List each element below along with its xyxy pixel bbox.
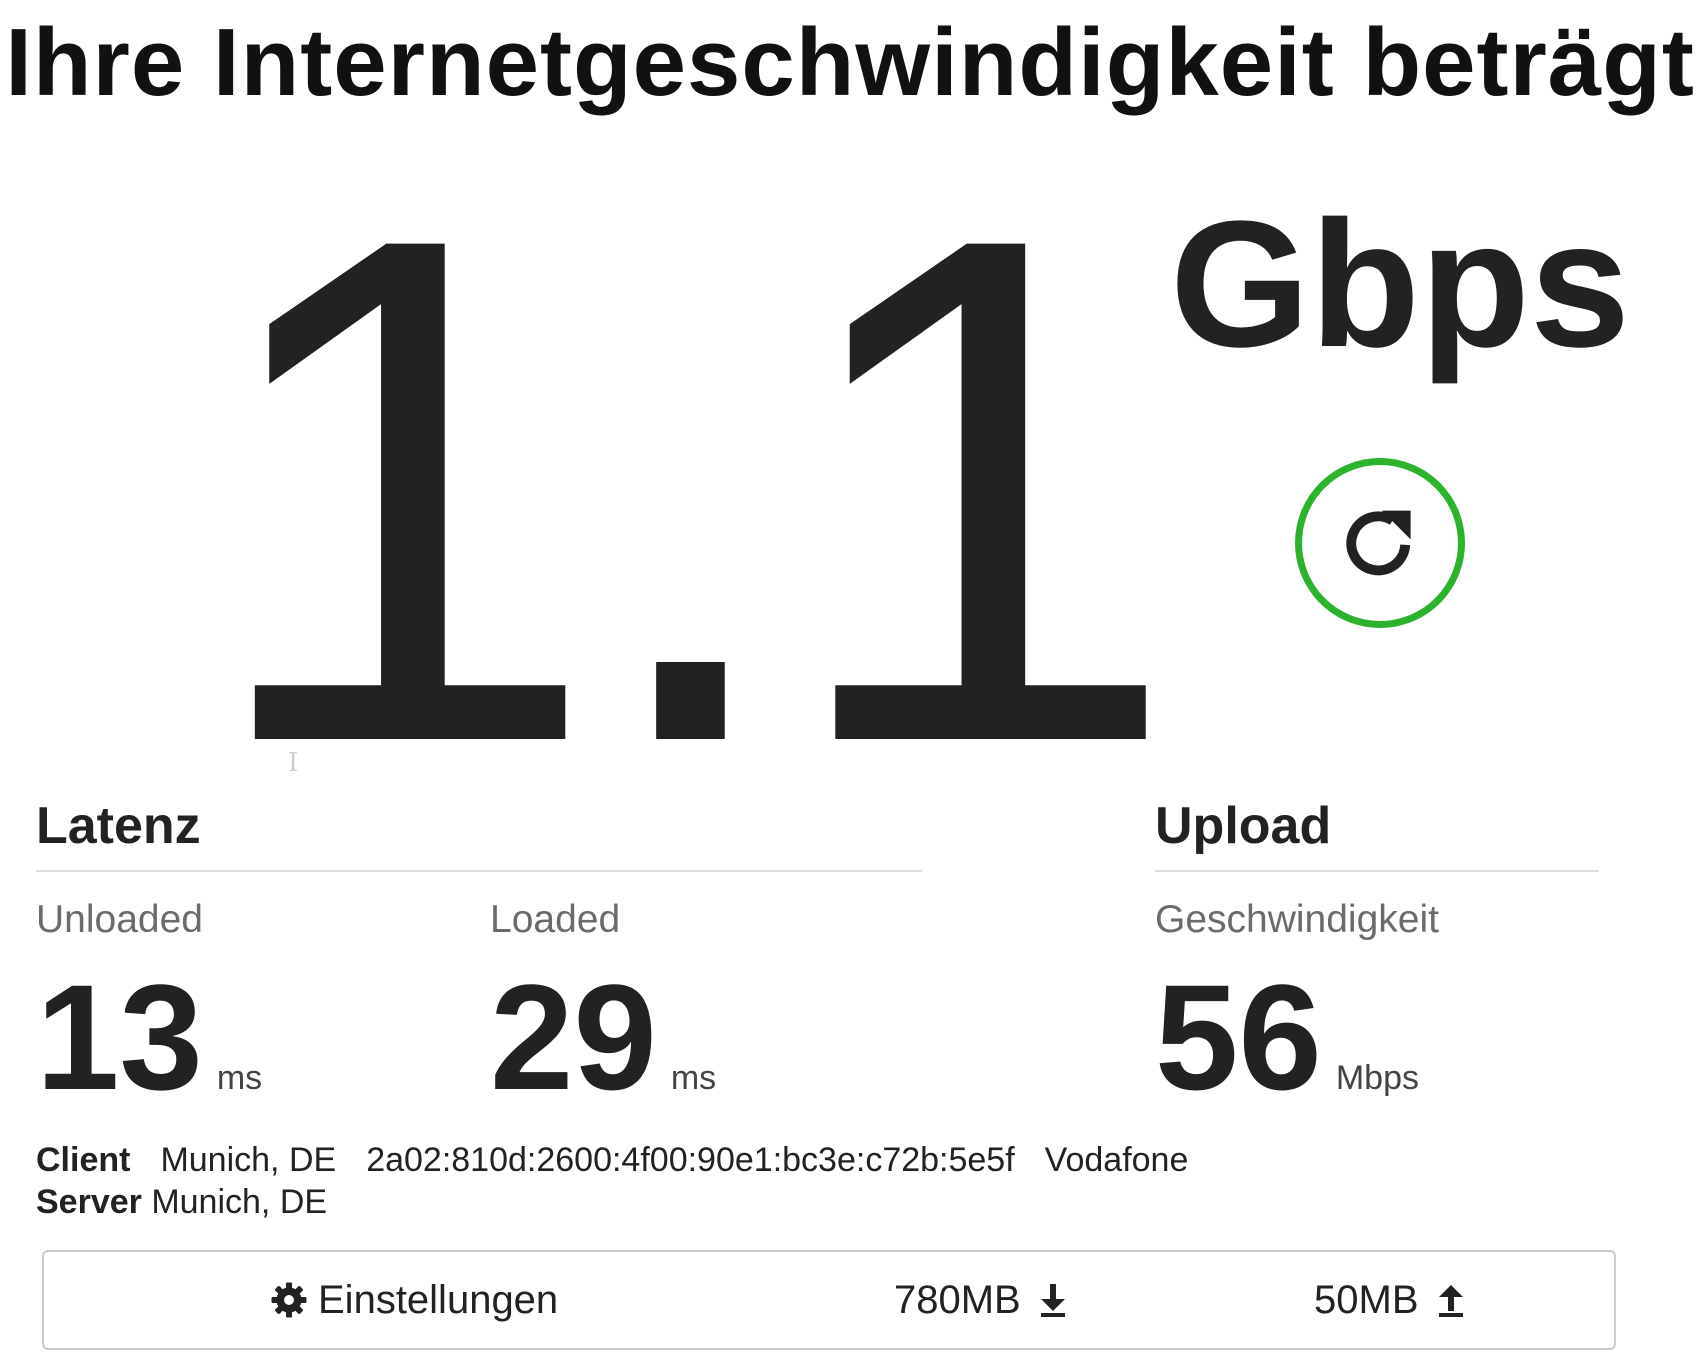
unloaded-latency: 13 ms [36, 962, 262, 1112]
server-label: Server [36, 1183, 142, 1221]
server-info: Server Munich, DE [36, 1185, 327, 1219]
latency-divider [36, 870, 922, 872]
text-cursor-icon: I [288, 748, 299, 778]
upload-data-amount: 50MB [1314, 1252, 1465, 1348]
download-speed-value: 1.1 [200, 87, 1181, 892]
footer-bar: Einstellungen 780MB 50MB [42, 1250, 1616, 1350]
client-label: Client [36, 1141, 131, 1179]
upload-amount: 50MB [1314, 1277, 1419, 1322]
upload-divider [1155, 870, 1599, 872]
loaded-latency-label: Loaded [490, 898, 621, 941]
client-isp: Vodafone [1044, 1141, 1189, 1179]
upload-speed-label: Geschwindigkeit [1155, 898, 1439, 941]
unloaded-latency-unit: ms [216, 1059, 263, 1097]
upload-speed: 56 Mbps [1155, 962, 1419, 1112]
gear-icon [271, 1282, 307, 1318]
upload-speed-value: 56 [1155, 953, 1322, 1121]
unloaded-latency-value: 13 [36, 953, 203, 1121]
client-ip: 2a02:810d:2600:4f00:90e1:bc3e:c72b:5e5f [366, 1141, 1015, 1179]
settings-button[interactable]: Einstellungen [270, 1252, 558, 1348]
unloaded-latency-label: Unloaded [36, 898, 203, 941]
server-location: Munich, DE [151, 1183, 328, 1221]
settings-label: Einstellungen [318, 1277, 559, 1322]
refresh-icon [1346, 510, 1411, 576]
latency-title: Latenz [36, 797, 201, 855]
upload-arrow-icon [1438, 1285, 1463, 1317]
retest-button[interactable] [1295, 458, 1465, 628]
download-amount: 780MB [894, 1277, 1021, 1322]
client-info: Client Munich, DE 2a02:810d:2600:4f00:90e1… [36, 1143, 1188, 1177]
upload-speed-unit: Mbps [1335, 1059, 1419, 1097]
loaded-latency-unit: ms [670, 1059, 717, 1097]
download-speed-unit: Gbps [1170, 184, 1631, 385]
download-arrow-icon [1040, 1284, 1065, 1317]
upload-title: Upload [1155, 797, 1332, 855]
loaded-latency: 29 ms [490, 962, 716, 1112]
loaded-latency-value: 29 [490, 953, 657, 1121]
client-location: Munich, DE [160, 1141, 337, 1179]
download-data-amount: 780MB [894, 1252, 1067, 1348]
